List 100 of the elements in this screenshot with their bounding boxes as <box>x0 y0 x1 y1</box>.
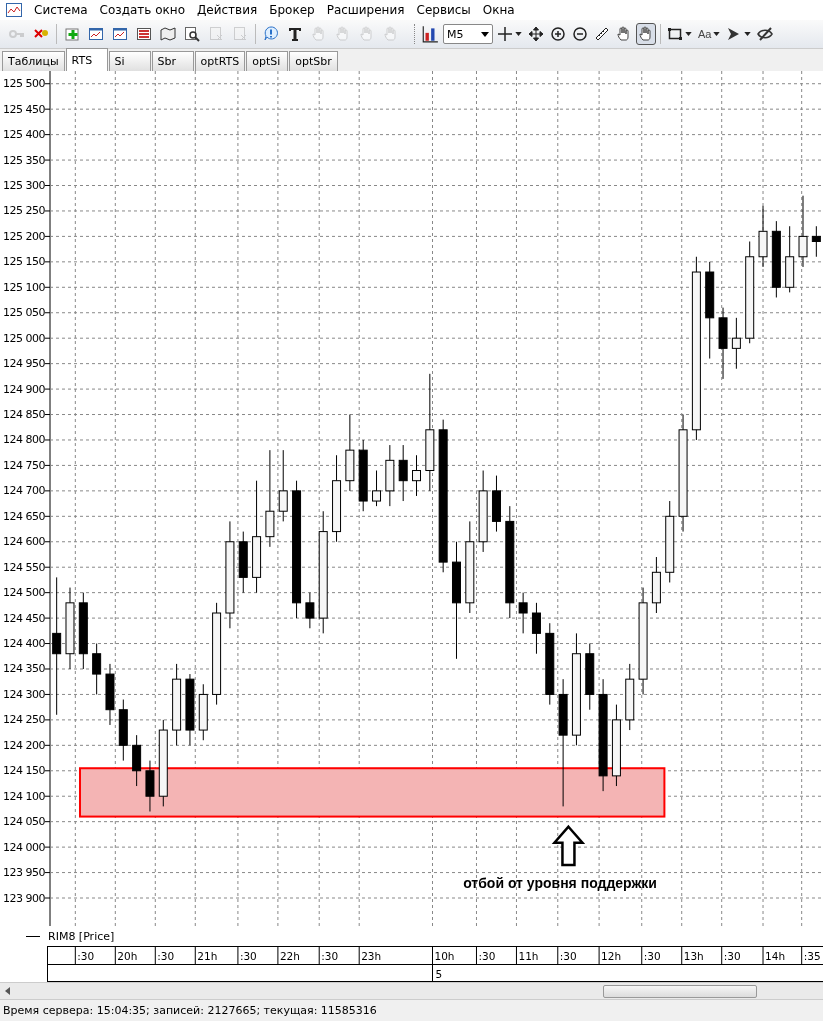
candle <box>585 643 595 711</box>
menu-item[interactable]: Действия <box>196 3 258 17</box>
menu-item[interactable]: Создать окно <box>99 3 185 17</box>
font-button[interactable]: Aa <box>696 23 723 45</box>
bar-chart-icon[interactable] <box>421 25 439 43</box>
candle <box>785 225 795 293</box>
candle <box>132 734 142 787</box>
price-label: 125 150 <box>3 255 45 269</box>
candle <box>92 643 102 695</box>
menu-item[interactable]: Окна <box>482 3 515 17</box>
hand-button[interactable] <box>636 23 656 45</box>
horizontal-scrollbar[interactable] <box>0 982 823 999</box>
price-label: 124 950 <box>3 357 45 371</box>
caret-icon <box>481 31 489 37</box>
price-label: 124 450 <box>3 611 45 625</box>
document-search-icon <box>184 26 200 42</box>
time-label: 12h <box>601 950 622 962</box>
candle <box>385 444 395 507</box>
chart-tab[interactable]: optSbr <box>289 51 338 71</box>
price-label: 123 950 <box>3 866 45 880</box>
ruler-icon <box>594 26 610 42</box>
hand-icon <box>616 26 632 42</box>
candle <box>412 454 421 497</box>
price-label: 124 050 <box>3 815 45 829</box>
candle <box>625 663 635 731</box>
hide-icon <box>757 26 774 42</box>
chart-tab[interactable]: optRTS <box>194 51 246 71</box>
price-label: 124 700 <box>3 484 45 498</box>
menu-item[interactable]: Расширения <box>326 3 405 17</box>
time-label: :30 <box>643 950 661 962</box>
hand-icon <box>383 26 399 42</box>
price-label: 125 000 <box>3 331 45 345</box>
price-label: 125 500 <box>3 77 45 91</box>
price-label: 125 400 <box>3 128 45 142</box>
date-label: 5 <box>435 968 443 980</box>
time-label: 11h <box>518 950 539 962</box>
price-label: 124 250 <box>3 713 45 727</box>
scrollbar-thumb[interactable] <box>603 985 757 998</box>
price-label: 124 100 <box>3 789 45 803</box>
time-label: 23h <box>361 950 382 962</box>
chart-window-icon <box>112 26 128 42</box>
price-label: 125 350 <box>3 153 45 167</box>
candle <box>105 663 115 726</box>
candle <box>758 205 768 268</box>
hand-icon <box>311 26 327 42</box>
time-label: :30 <box>77 950 95 962</box>
time-label: 20h <box>117 950 138 962</box>
menu-item[interactable]: Сервисы <box>416 3 471 17</box>
time-label: :30 <box>559 950 577 962</box>
time-label: :30 <box>478 950 496 962</box>
candle <box>198 683 208 741</box>
time-label: 10h <box>434 950 455 962</box>
candle <box>731 317 741 370</box>
candle <box>145 760 155 812</box>
price-label: 124 750 <box>3 458 45 472</box>
menu-item[interactable]: Система <box>34 3 88 17</box>
status-text: Время сервера: 15:04:35; записей: 2127665; текущая: 11585316 <box>3 1004 377 1017</box>
chart-tab[interactable]: optSi <box>246 51 289 71</box>
annotation-text: отбой от уровня поддержки <box>463 874 657 891</box>
zoom-out-icon <box>572 26 588 42</box>
menu-item[interactable]: Брокер <box>269 3 315 17</box>
timeframe-dropdown[interactable]: M5 <box>443 24 493 44</box>
candle <box>238 531 248 594</box>
hand-icon <box>638 26 654 42</box>
price-label: 124 150 <box>3 764 45 778</box>
document-icon <box>232 26 248 42</box>
candle <box>305 592 315 629</box>
price-label: 124 400 <box>3 637 45 651</box>
text-icon <box>287 26 303 42</box>
time-label: :30 <box>723 950 741 962</box>
price-label: 124 900 <box>3 382 45 396</box>
price-label: 124 500 <box>3 586 45 600</box>
candle <box>398 444 408 502</box>
time-label: :30 <box>157 950 175 962</box>
time-label: 14h <box>765 950 786 962</box>
candle <box>811 225 821 258</box>
price-label: 124 850 <box>3 408 45 422</box>
add-window-icon <box>64 26 80 42</box>
crosshair-icon <box>497 26 513 42</box>
alert-icon <box>263 26 279 42</box>
price-label: 124 600 <box>3 535 45 549</box>
list-icon <box>136 26 152 42</box>
chart-window-icon <box>88 26 104 42</box>
price-label: 124 200 <box>3 738 45 752</box>
chart-tab[interactable]: RTS <box>65 48 108 71</box>
time-label: :35 <box>803 950 821 962</box>
chart-tab[interactable]: Sbr <box>151 51 194 71</box>
price-label: 125 100 <box>3 280 45 294</box>
candle <box>518 592 528 634</box>
chart-tab[interactable]: Таблицы <box>2 51 65 71</box>
price-label: 125 200 <box>3 229 45 243</box>
scroll-left-icon[interactable] <box>4 987 12 995</box>
price-label: 125 250 <box>3 204 45 218</box>
up-arrow <box>551 824 586 867</box>
series-legend: RIM8 [Price] <box>48 929 115 943</box>
price-label: 124 300 <box>3 687 45 701</box>
document-icon <box>208 26 224 42</box>
chart-tab[interactable]: Si <box>108 51 151 71</box>
price-label: 125 450 <box>3 102 45 116</box>
zoom-in-icon <box>550 26 566 42</box>
